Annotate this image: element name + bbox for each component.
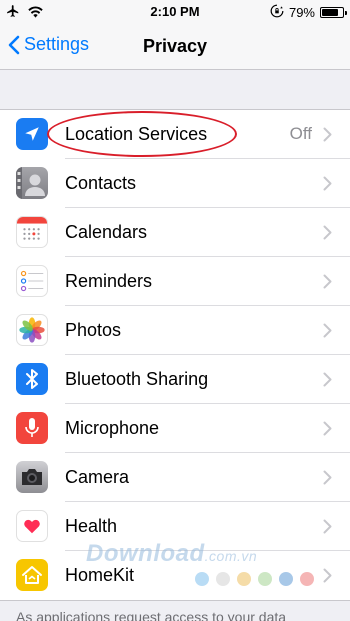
chevron-right-icon (323, 127, 332, 142)
calendar-icon (16, 216, 48, 248)
row-bluetooth-sharing[interactable]: Bluetooth Sharing (0, 355, 350, 404)
chevron-right-icon (323, 470, 332, 485)
reminders-icon (16, 265, 48, 297)
row-label: Calendars (65, 222, 148, 242)
row-value: Off (289, 124, 312, 143)
row-label: Camera (65, 467, 130, 487)
row-label: Contacts (65, 173, 137, 193)
row-label: HomeKit (65, 565, 135, 585)
footer-text: As applications request access to your d… (16, 609, 287, 621)
location-arrow-icon (16, 118, 48, 150)
contacts-icon (16, 167, 48, 199)
row-calendars[interactable]: Calendars (0, 208, 350, 257)
row-label: Health (65, 516, 118, 536)
orientation-lock-icon (270, 4, 284, 21)
status-right: 79% (270, 4, 347, 21)
chevron-right-icon (323, 323, 332, 338)
row-homekit[interactable]: HomeKit (0, 551, 350, 600)
homekit-icon (16, 559, 48, 591)
chevron-right-icon (323, 274, 332, 289)
row-photos[interactable]: Photos (0, 306, 350, 355)
battery-percent: 79% (288, 5, 315, 20)
chevron-right-icon (323, 519, 332, 534)
chevron-right-icon (323, 225, 332, 240)
navigation-bar: Settings Privacy (0, 24, 350, 70)
chevron-right-icon (323, 176, 332, 191)
battery-level (322, 9, 338, 16)
row-label: Reminders (65, 271, 153, 291)
microphone-icon (16, 412, 48, 444)
bluetooth-icon (16, 363, 48, 395)
row-label: Bluetooth Sharing (65, 369, 209, 389)
status-bar: 2:10 PM 79% (0, 0, 350, 24)
chevron-right-icon (323, 568, 332, 583)
row-health[interactable]: Health (0, 502, 350, 551)
row-camera[interactable]: Camera (0, 453, 350, 502)
row-microphone[interactable]: Microphone (0, 404, 350, 453)
health-heart-icon (16, 510, 48, 542)
row-label: Photos (65, 320, 122, 340)
row-label: Location Services (65, 124, 208, 144)
photos-icon (16, 314, 48, 346)
row-reminders[interactable]: Reminders (0, 257, 350, 306)
row-location-services[interactable]: Location Services Off (0, 110, 350, 159)
chevron-right-icon (323, 372, 332, 387)
privacy-list: Location Services Off Contacts Calendars… (0, 109, 350, 601)
page-title: Privacy (142, 36, 208, 56)
battery-icon (320, 7, 347, 18)
row-label: Microphone (65, 418, 160, 438)
camera-icon (16, 461, 48, 493)
chevron-right-icon (323, 421, 332, 436)
row-contacts[interactable]: Contacts (0, 159, 350, 208)
